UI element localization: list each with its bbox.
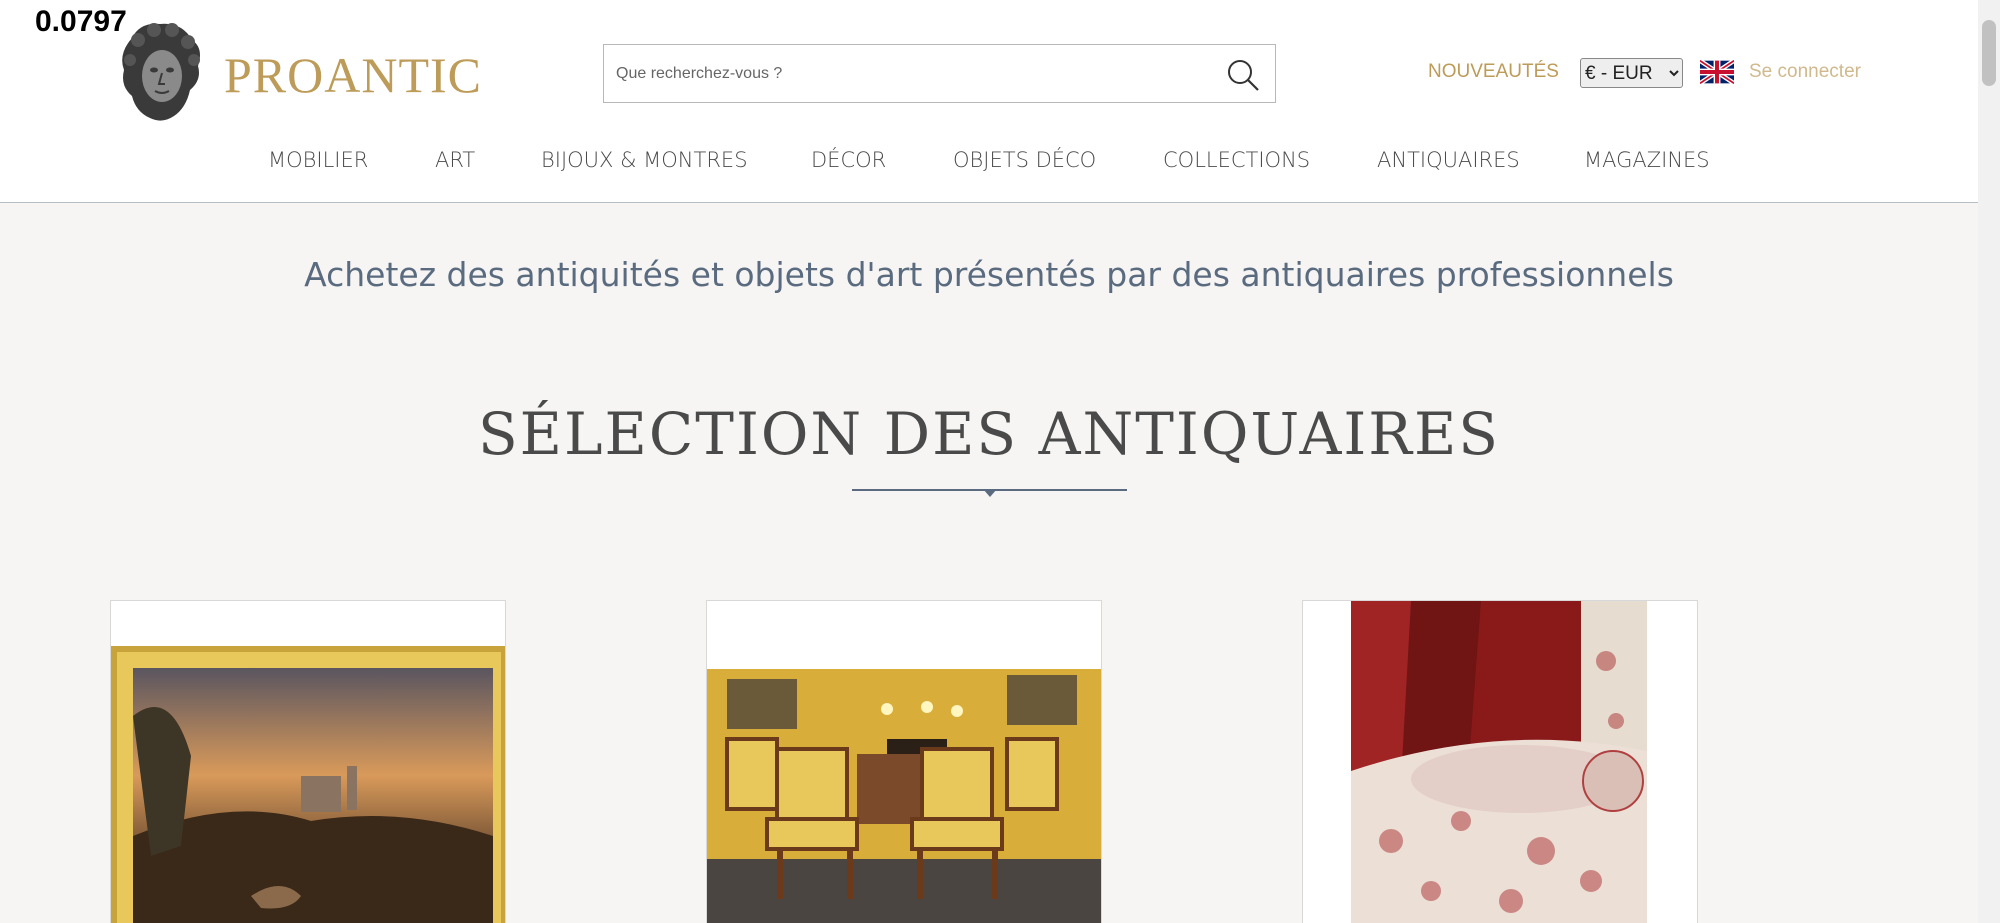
nav-item-objets-deco[interactable]: OBJETS DÉCO (953, 148, 1096, 172)
painting-image (111, 646, 505, 923)
search-input[interactable] (616, 61, 1196, 87)
nav-item-collections[interactable]: COLLECTIONS (1163, 148, 1310, 172)
armchairs-image (707, 669, 1101, 923)
site-logo[interactable]: PROANTIC (224, 46, 482, 104)
search-icon[interactable] (1225, 57, 1261, 93)
divider-arrow-icon (983, 489, 997, 497)
nav-item-antiquaires[interactable]: ANTIQUAIRES (1377, 148, 1520, 172)
nav-item-bijoux-montres[interactable]: BIJOUX & MONTRES (541, 148, 748, 172)
nouveautes-link[interactable]: NOUVEAUTÉS (1428, 61, 1559, 83)
section-title: SÉLECTION DES ANTIQUAIRES (477, 400, 1501, 468)
page-scrollbar[interactable] (1978, 0, 2000, 923)
product-card-armchairs[interactable] (706, 600, 1102, 923)
nav-item-art[interactable]: ART (435, 148, 475, 172)
overlay-value: 0.0797 (35, 5, 127, 38)
daybed-image (1351, 601, 1647, 923)
product-card-painting[interactable] (110, 600, 506, 923)
product-card-daybed[interactable] (1302, 600, 1698, 923)
currency-select[interactable]: € - EUR (1580, 58, 1683, 88)
page-tagline: Achetez des antiquités et objets d'art p… (304, 255, 1674, 294)
nav-item-mobilier[interactable]: MOBILIER (268, 148, 368, 172)
scrollbar-thumb[interactable] (1982, 20, 1996, 86)
nav-item-magazines[interactable]: MAGAZINES (1584, 148, 1710, 172)
nav-item-decor[interactable]: DÉCOR (811, 148, 886, 172)
search-box (603, 44, 1276, 103)
uk-flag-icon[interactable] (1700, 60, 1734, 84)
main-nav: MOBILIER ART BIJOUX & MONTRES DÉCOR OBJE… (0, 148, 1978, 180)
login-link[interactable]: Se connecter (1749, 61, 1861, 83)
site-header: PROANTIC NOUVEAUTÉS € - EUR Se connecter… (0, 0, 1978, 203)
